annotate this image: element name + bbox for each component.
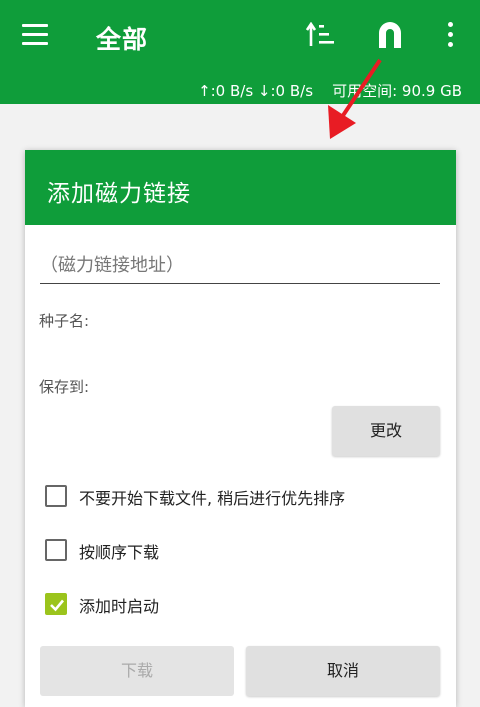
cancel-button[interactable]: 取消 [246, 646, 440, 696]
option-label: 添加时启动 [79, 597, 160, 616]
change-path-button[interactable]: 更改 [332, 406, 440, 456]
checkbox-checked[interactable] [45, 593, 67, 615]
torrent-name-label: 种子名: [39, 312, 90, 330]
dialog-header: 添加磁力链接 [25, 150, 456, 225]
save-to-label: 保存到: [39, 378, 90, 396]
page-title: 全部 [96, 25, 149, 54]
magnet-link-input[interactable] [40, 248, 440, 282]
magnet-link-field [40, 248, 440, 284]
hamburger-menu-icon[interactable] [22, 24, 48, 46]
sort-icon[interactable] [306, 22, 336, 48]
add-magnet-dialog: 添加磁力链接 种子名: 保存到: 更改 不要开始下载文件, 稍后进行优先排序 按… [25, 150, 456, 707]
check-icon [50, 599, 64, 612]
more-vert-icon[interactable] [446, 22, 454, 48]
checkbox[interactable] [45, 485, 67, 507]
checkbox[interactable] [45, 539, 67, 561]
dialog-title: 添加磁力链接 [47, 181, 191, 207]
red-arrow-annotation [328, 58, 382, 139]
option-label: 不要开始下载文件, 稍后进行优先排序 [79, 489, 346, 508]
download-button[interactable]: 下载 [40, 646, 234, 696]
magnet-icon[interactable] [375, 20, 405, 50]
app-bar: 全部 ↑:0 B/s ↓:0 B/s 可用空间: 90.9 GB [0, 0, 480, 104]
option-label: 按顺序下载 [79, 543, 160, 562]
